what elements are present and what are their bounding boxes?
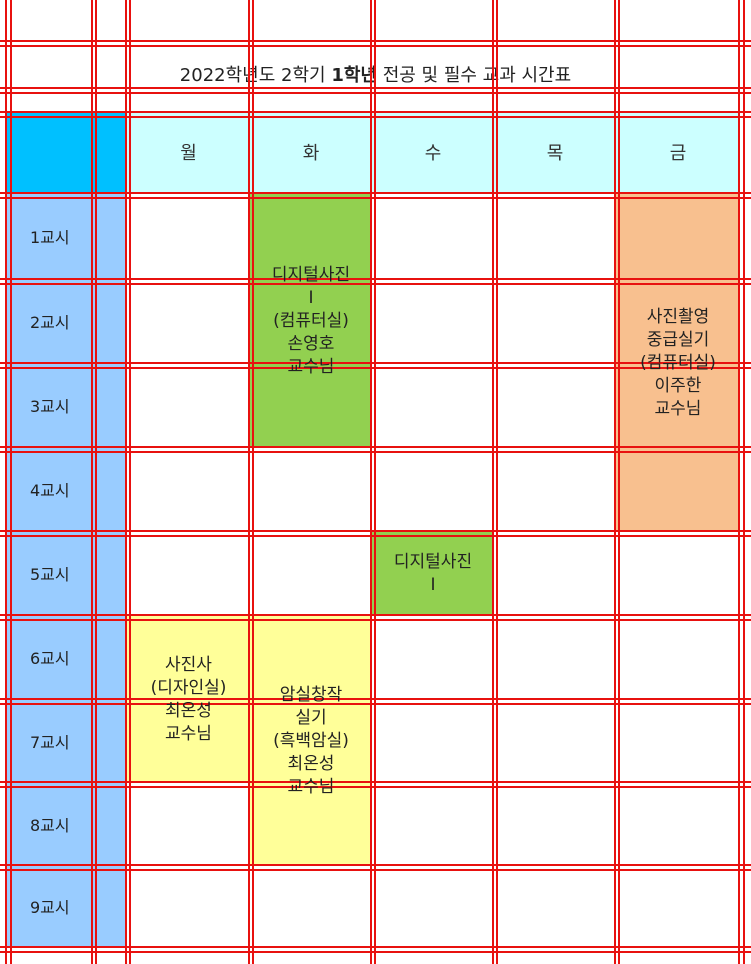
day-header-3: 수 [424, 142, 442, 164]
course-text: (디자인실) [150, 677, 227, 698]
timetable-sheet: 2022학년도 2학기 1학년 전공 및 필수 교과 시간표 월 화 수 목 금 1교시 2… [0, 0, 751, 964]
period-label: 9교시 [30, 898, 70, 917]
title-subject: 전공 및 필수 교과 시간표 [376, 65, 572, 86]
course-text: 최온성 [165, 700, 212, 721]
title-year-term: 2022학년도 2학기 [179, 65, 332, 86]
day-header-4: 목 [546, 142, 564, 164]
period-label: 4교시 [30, 481, 70, 500]
course-text: 교수님 [654, 398, 702, 419]
course-text: 손영호 [287, 333, 335, 354]
course-text: I [308, 287, 314, 308]
course-text: 최온성 [287, 753, 335, 774]
course-text: 사진사 [165, 654, 212, 675]
course-text: (컴퓨터실) [640, 352, 716, 373]
grid-line-vertical [743, 0, 745, 964]
corner-header-cell [5, 113, 127, 194]
course-text: 디지털사진 [271, 264, 351, 285]
grid-line-vertical [5, 0, 7, 964]
period-label: 6교시 [30, 649, 70, 668]
course-text: 교수님 [287, 356, 335, 377]
grid-line-vertical [95, 0, 97, 964]
period-label: 1교시 [30, 228, 70, 247]
period-label: 3교시 [30, 397, 70, 416]
course-text: 이주한 [654, 375, 702, 396]
course-text: 교수님 [287, 776, 335, 797]
course-text: 사진촬영 [646, 306, 710, 327]
course-text: I [430, 575, 436, 595]
period-label: 8교시 [30, 815, 70, 835]
course-text: (컴퓨터실) [273, 310, 349, 331]
period-label: 5교시 [30, 565, 70, 584]
day-header-1: 월 [180, 142, 197, 164]
grid-line-vertical [10, 0, 12, 964]
course-text: 중급실기 [646, 329, 710, 350]
course-text: 디지털사진 [393, 552, 473, 572]
course-text: 실기 [295, 707, 327, 728]
period-label: 7교시 [30, 732, 70, 752]
course-text: (흑백암실) [273, 730, 349, 751]
course-text: 교수님 [165, 723, 212, 744]
course-text: 암실창작 [279, 684, 343, 705]
day-header-2: 화 [302, 142, 320, 164]
period-label: 2교시 [30, 313, 70, 332]
day-header-5: 금 [669, 142, 687, 164]
